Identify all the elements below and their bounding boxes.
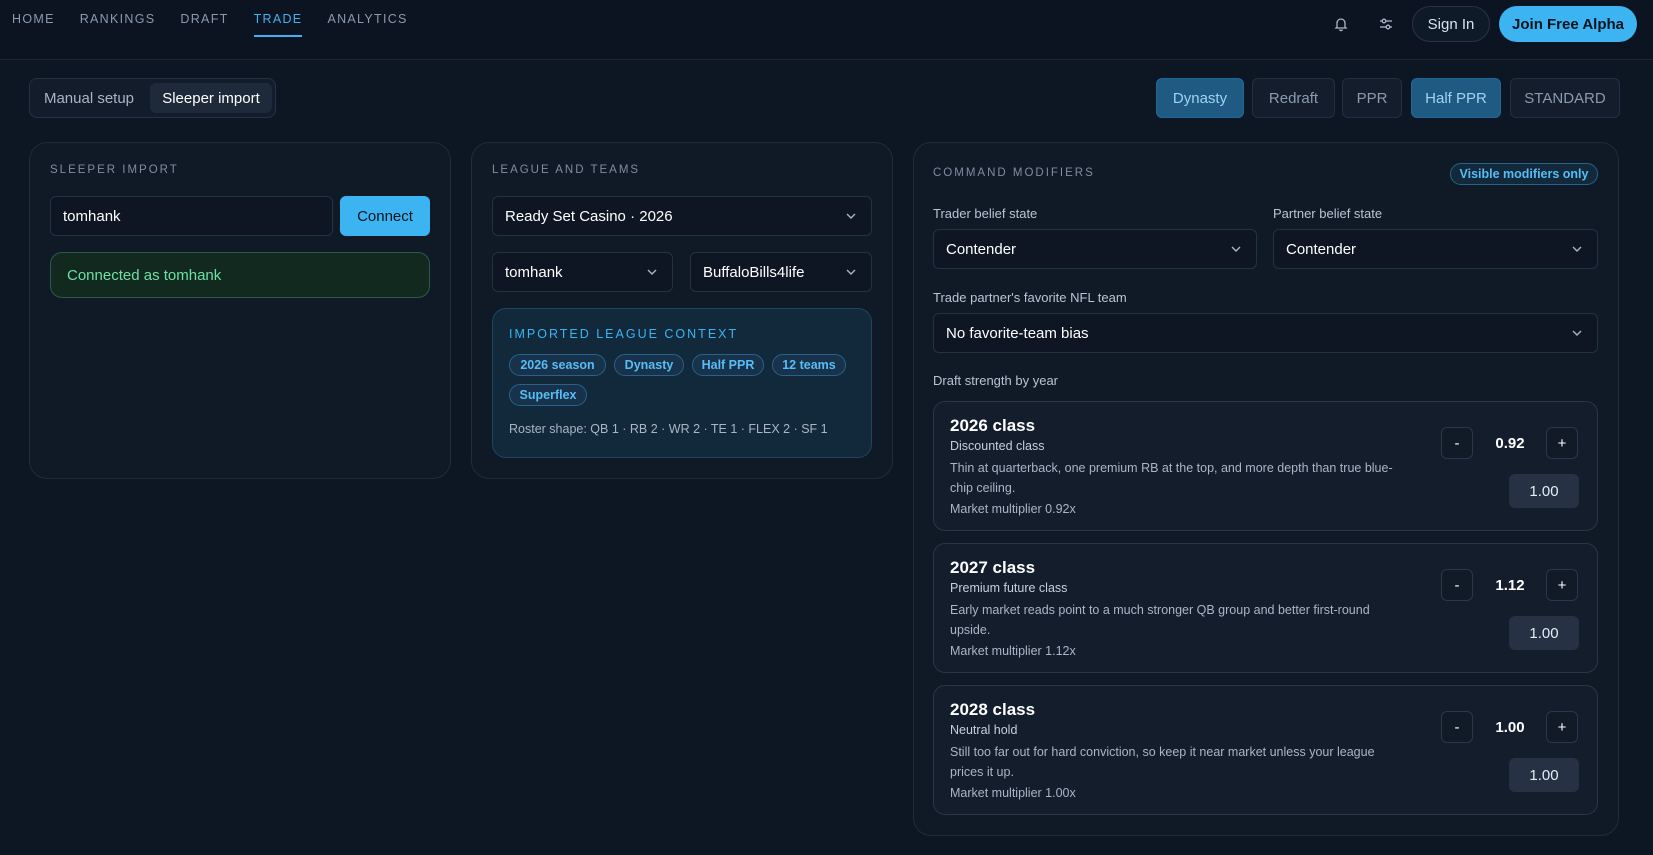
increment-button[interactable]: + — [1546, 427, 1578, 459]
partner-team-select[interactable]: BuffaloBills4life — [690, 252, 872, 292]
context-title: IMPORTED LEAGUE CONTEXT — [509, 327, 739, 341]
class-description: Thin at quarterback, one premium RB at t… — [950, 461, 1393, 495]
class-subtitle: Neutral hold — [950, 723, 1018, 737]
standard-filter[interactable]: STANDARD — [1510, 78, 1620, 118]
connection-status: Connected as tomhank — [50, 252, 430, 298]
half-ppr-filter[interactable]: Half PPR — [1411, 78, 1501, 118]
trader-belief-select[interactable]: Contender — [933, 229, 1257, 269]
top-navigation-bar: HOME RANKINGS DRAFT TRADE ANALYTICS Sign… — [0, 0, 1653, 60]
sleeper-import-tab[interactable]: Sleeper import — [150, 83, 272, 113]
sleeper-import-heading: SLEEPER IMPORT — [50, 164, 179, 176]
ppr-filter[interactable]: PPR — [1342, 78, 1402, 118]
roster-shape: Roster shape: QB 1 · RB 2 · WR 2 · TE 1 … — [509, 422, 828, 436]
chevron-down-icon — [1572, 246, 1582, 252]
class-title: 2026 class — [950, 416, 1036, 435]
class-title: 2027 class — [950, 558, 1036, 577]
class-value: 0.92 — [1495, 434, 1525, 452]
command-modifiers-heading: COMMAND MODIFIERS — [933, 167, 1095, 179]
trader-belief-value: Contender — [946, 240, 1017, 258]
partner-belief-value: Contender — [1286, 240, 1357, 258]
sliders-icon[interactable] — [1376, 14, 1396, 34]
dynasty-filter[interactable]: Dynasty — [1156, 78, 1244, 118]
partner-team-value: BuffaloBills4life — [703, 263, 805, 281]
trader-belief-label: Trader belief state — [933, 206, 1038, 221]
favorite-team-value: No favorite-team bias — [946, 324, 1089, 342]
chevron-down-icon — [846, 269, 856, 275]
visible-modifiers-badge: Visible modifiers only — [1450, 163, 1598, 185]
nav-rankings[interactable]: RANKINGS — [80, 0, 156, 37]
decrement-button[interactable]: - — [1441, 711, 1473, 743]
chevron-down-icon — [1572, 330, 1582, 336]
chevron-down-icon — [1231, 246, 1241, 252]
class-multiplier-input[interactable]: 1.00 — [1509, 616, 1579, 650]
class-value: 1.12 — [1495, 576, 1525, 594]
join-free-alpha-button[interactable]: Join Free Alpha — [1499, 6, 1637, 42]
class-value: 1.00 — [1495, 718, 1525, 736]
chevron-down-icon — [846, 213, 856, 219]
redraft-filter[interactable]: Redraft — [1252, 78, 1335, 118]
draft-strength-label: Draft strength by year — [933, 373, 1058, 388]
league-select-value: Ready Set Casino · 2026 — [505, 207, 673, 225]
decrement-button[interactable]: - — [1441, 427, 1473, 459]
class-multiplier-input[interactable]: 1.00 — [1509, 758, 1579, 792]
half-ppr-tag: Half PPR — [692, 354, 764, 376]
class-multiplier: Market multiplier 1.12x — [950, 644, 1076, 658]
class-title: 2028 class — [950, 700, 1036, 719]
manual-setup-tab[interactable]: Manual setup — [34, 83, 144, 113]
decrement-button[interactable]: - — [1441, 569, 1473, 601]
superflex-tag: Superflex — [509, 384, 587, 406]
teams-tag: 12 teams — [772, 354, 846, 376]
my-team-select[interactable]: tomhank — [492, 252, 673, 292]
class-multiplier: Market multiplier 1.00x — [950, 786, 1076, 800]
my-team-value: tomhank — [505, 263, 563, 281]
chevron-down-icon — [647, 269, 657, 275]
favorite-team-label: Trade partner's favorite NFL team — [933, 290, 1127, 305]
class-card-2028: 2028 class Neutral hold Still too far ou… — [933, 685, 1598, 815]
connect-button[interactable]: Connect — [340, 196, 430, 236]
dynasty-tag: Dynasty — [614, 354, 684, 376]
sign-in-button[interactable]: Sign In — [1412, 6, 1490, 42]
league-select[interactable]: Ready Set Casino · 2026 — [492, 196, 872, 236]
class-multiplier-input[interactable]: 1.00 — [1509, 474, 1579, 508]
sleeper-username-input[interactable]: tomhank — [50, 196, 333, 236]
class-card-2027: 2027 class Premium future class Early ma… — [933, 543, 1598, 673]
imported-league-context: IMPORTED LEAGUE CONTEXT 2026 season Dyna… — [492, 308, 872, 458]
nav-trade[interactable]: TRADE — [253, 0, 303, 37]
class-subtitle: Discounted class — [950, 439, 1045, 453]
class-subtitle: Premium future class — [950, 581, 1068, 595]
league-teams-heading: LEAGUE AND TEAMS — [492, 164, 641, 176]
increment-button[interactable]: + — [1546, 569, 1578, 601]
partner-belief-select[interactable]: Contender — [1273, 229, 1598, 269]
nav-draft[interactable]: DRAFT — [180, 0, 228, 37]
class-description: Early market reads point to a much stron… — [950, 603, 1370, 637]
setup-mode-toggle: Manual setup Sleeper import — [29, 78, 276, 118]
class-description: Still too far out for hard conviction, s… — [950, 745, 1375, 779]
nav-analytics[interactable]: ANALYTICS — [327, 0, 407, 37]
sleeper-import-card — [29, 142, 451, 479]
partner-belief-label: Partner belief state — [1273, 206, 1383, 221]
main-nav: HOME RANKINGS DRAFT TRADE ANALYTICS — [12, 0, 433, 37]
season-tag: 2026 season — [509, 354, 606, 376]
class-card-2026: 2026 class Discounted class Thin at quar… — [933, 401, 1598, 531]
class-multiplier: Market multiplier 0.92x — [950, 502, 1076, 516]
increment-button[interactable]: + — [1546, 711, 1578, 743]
favorite-team-select[interactable]: No favorite-team bias — [933, 313, 1598, 353]
nav-home[interactable]: HOME — [12, 0, 55, 37]
bell-icon[interactable] — [1331, 14, 1351, 34]
